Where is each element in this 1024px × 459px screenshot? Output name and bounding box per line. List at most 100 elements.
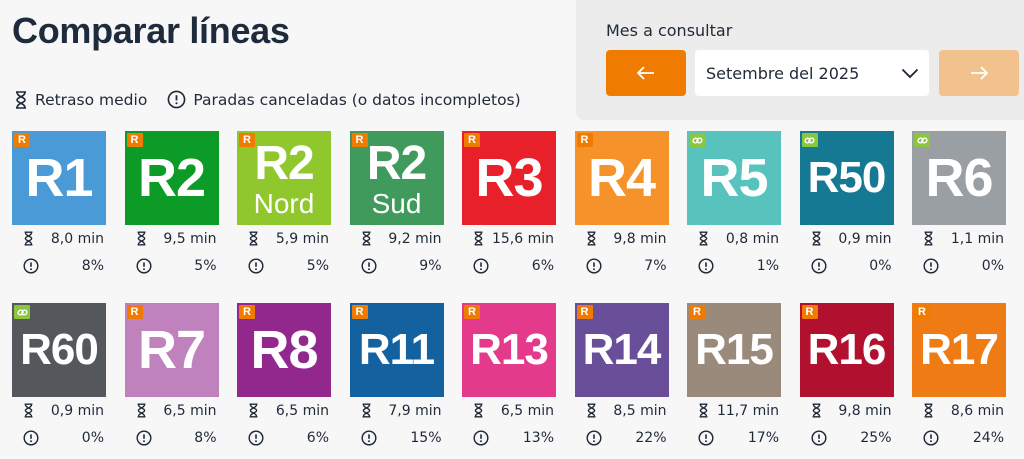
line-logo: R R1 <box>12 131 106 225</box>
delay-stat: 6,5 min <box>125 397 219 424</box>
delay-stat: 15,6 min <box>462 225 556 252</box>
cancel-value: 17% <box>747 429 779 446</box>
cancel-value: 8% <box>81 257 104 274</box>
month-select[interactable]: Setembre del 2025 <box>695 50 929 96</box>
month-panel: Mes a consultar Setembre del 2025 <box>576 0 1024 120</box>
line-logo: R R8 <box>237 303 331 397</box>
hourglass-icon <box>474 403 483 418</box>
cancel-value: 0% <box>981 257 1004 274</box>
delay-stat: 5,9 min <box>237 225 331 252</box>
delay-value: 0,9 min <box>50 402 104 419</box>
delay-value: 8,0 min <box>50 230 104 247</box>
line-card-r4[interactable]: R R4 9,8 min 7% <box>574 131 669 281</box>
alert-circle-icon <box>923 429 939 446</box>
line-code: R14 <box>582 325 662 374</box>
line-card-r16[interactable]: R R16 9,8 min 25% <box>799 303 894 453</box>
legend-delay-label: Retraso medio <box>35 90 148 109</box>
line-card-r13[interactable]: R R13 6,5 min 13% <box>462 303 556 453</box>
line-logo: R R16 <box>799 303 894 397</box>
line-subname: Nord <box>253 188 315 219</box>
line-card-r15[interactable]: R R15 11,7 min 17% <box>687 303 781 453</box>
cancel-value: 0% <box>81 429 104 446</box>
hourglass-icon <box>362 403 370 418</box>
line-card-r3[interactable]: R R3 15,6 min 6% <box>462 131 556 281</box>
cancel-value: 22% <box>635 429 667 446</box>
delay-value: 5,9 min <box>275 230 329 247</box>
line-subname: Sud <box>371 188 422 219</box>
line-code: R60 <box>20 325 99 374</box>
line-logo: R R4 <box>574 131 669 225</box>
rodalies-badge: R <box>464 305 480 319</box>
hourglass-icon <box>24 231 33 246</box>
line-card-r5[interactable]: R5 0,8 min 1% <box>687 131 781 281</box>
alert-circle-icon <box>473 429 489 446</box>
line-card-r60[interactable]: R60 0,9 min 0% <box>12 303 106 453</box>
line-card-r6[interactable]: R6 1,1 min 0% <box>912 131 1006 281</box>
alert-circle-icon <box>923 257 939 274</box>
arrow-left-icon <box>637 66 654 80</box>
cancel-value: 1% <box>756 257 779 274</box>
next-month-button[interactable] <box>939 50 1019 96</box>
line-logo: R R2 Sud <box>349 131 444 225</box>
cancel-stat: 25% <box>800 424 894 451</box>
legend-delay: Retraso medio <box>14 91 147 109</box>
delay-value: 8,5 min <box>613 402 667 419</box>
alert-circle-icon <box>135 429 152 446</box>
alert-circle-icon <box>810 257 827 274</box>
line-card-r1[interactable]: R R1 8,0 min 8% <box>12 131 106 281</box>
alert-circle-icon <box>167 90 186 109</box>
line-card-r2-nord[interactable]: R R2 Nord 5,9 min 5% <box>237 131 331 281</box>
line-card-r7[interactable]: R R7 6,5 min 8% <box>124 303 219 453</box>
rodalies-badge: R <box>576 133 593 147</box>
delay-stat: 11,7 min <box>687 397 781 424</box>
hourglass-icon <box>587 231 595 246</box>
cancel-stat: 9% <box>350 252 444 279</box>
cancel-stat: 17% <box>687 424 781 451</box>
rodalies-badge: R <box>801 305 818 319</box>
line-logo: R R15 <box>687 303 781 397</box>
hourglass-icon <box>249 231 258 246</box>
delay-stat: 9,8 min <box>800 397 894 424</box>
line-card-r50[interactable]: R50 0,9 min 0% <box>799 131 894 281</box>
delay-value: 0,8 min <box>725 230 779 247</box>
rodalies-badge: R <box>126 305 143 319</box>
rodalies-badge: R <box>14 133 30 147</box>
cancel-stat: 5% <box>125 252 219 279</box>
line-card-r2-sud[interactable]: R R2 Sud 9,2 min 9% <box>349 131 444 281</box>
line-code: R5 <box>700 148 768 208</box>
cancel-stat: 24% <box>912 424 1006 451</box>
line-card-r17[interactable]: R R17 8,6 min 24% <box>912 303 1006 453</box>
delay-stat: 0,8 min <box>687 225 781 252</box>
hourglass-icon <box>587 403 595 418</box>
cancel-stat: 8% <box>12 252 106 279</box>
line-code: R15 <box>695 325 774 374</box>
line-code: R17 <box>920 325 999 374</box>
cancel-stat: 0% <box>12 424 106 451</box>
cancel-value: 24% <box>972 429 1004 446</box>
line-logo: R R17 <box>912 303 1006 397</box>
alert-circle-icon <box>360 429 377 446</box>
delay-stat: 0,9 min <box>12 397 106 424</box>
hourglass-icon <box>924 403 933 418</box>
cancel-value: 7% <box>644 257 667 274</box>
cancel-value: 0% <box>869 257 892 274</box>
cancel-stat: 22% <box>575 424 669 451</box>
link-icon <box>801 133 818 147</box>
cancel-value: 8% <box>194 429 217 446</box>
rodalies-badge: R <box>239 305 255 319</box>
cancel-stat: 5% <box>237 252 331 279</box>
cancel-stat: 1% <box>687 252 781 279</box>
line-card-r8[interactable]: R R8 6,5 min 6% <box>237 303 331 453</box>
cancel-stat: 8% <box>125 424 219 451</box>
hourglass-icon <box>812 403 820 418</box>
link-icon <box>689 133 705 147</box>
delay-stat: 7,9 min <box>350 397 444 424</box>
delay-value: 6,5 min <box>275 402 329 419</box>
line-logo: R R2 <box>124 131 219 225</box>
line-card-r14[interactable]: R R14 8,5 min 22% <box>574 303 669 453</box>
line-card-r2[interactable]: R R2 9,5 min 5% <box>124 131 219 281</box>
line-card-r11[interactable]: R R11 7,9 min 15% <box>349 303 444 453</box>
previous-month-button[interactable] <box>606 50 686 96</box>
cancel-value: 5% <box>306 257 329 274</box>
line-code: R2 <box>254 137 314 190</box>
